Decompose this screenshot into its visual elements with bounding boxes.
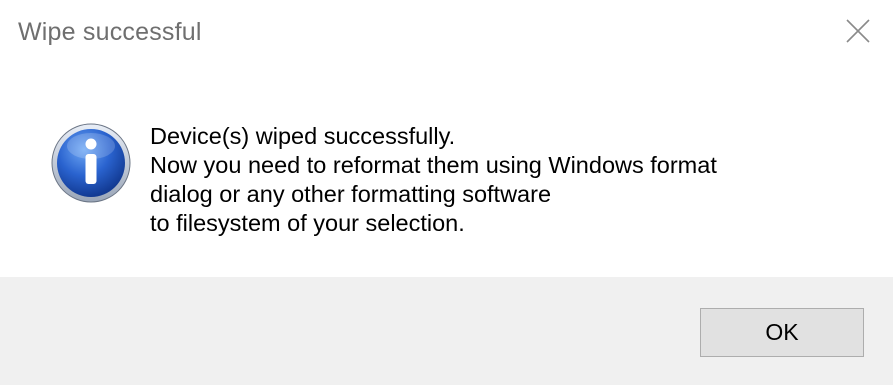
close-button[interactable]	[823, 0, 893, 62]
message-dialog: Wipe successful Device(s) wiped successf…	[0, 0, 893, 385]
message-line: Now you need to reformat them using Wind…	[150, 152, 717, 178]
message-line: dialog or any other formatting software	[150, 181, 552, 207]
dialog-title: Wipe successful	[18, 18, 202, 46]
dialog-content: Device(s) wiped successfully. Now you ne…	[0, 72, 893, 277]
dialog-footer: OK	[0, 277, 893, 385]
dialog-message: Device(s) wiped successfully. Now you ne…	[150, 122, 870, 238]
message-line: Device(s) wiped successfully.	[150, 123, 456, 149]
close-icon	[846, 19, 870, 43]
message-line: to filesystem of your selection.	[150, 210, 465, 236]
ok-button[interactable]: OK	[700, 308, 864, 357]
title-bar: Wipe successful	[0, 0, 893, 72]
information-icon	[51, 123, 131, 203]
